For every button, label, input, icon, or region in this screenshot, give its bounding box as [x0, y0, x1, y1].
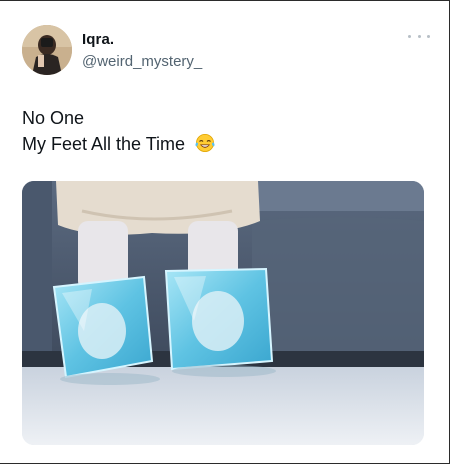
more-options-icon[interactable]: [408, 31, 430, 41]
tweet-card[interactable]: Iqra. @weird_mystery_ No One My Feet All…: [0, 0, 450, 464]
meme-photo: [22, 181, 424, 445]
tweet-text-line-1: No One: [22, 108, 85, 128]
face-with-tears-of-joy-icon: [194, 133, 216, 160]
avatar[interactable]: [22, 25, 72, 75]
display-name[interactable]: Iqra.: [82, 31, 114, 48]
tweet-text-line-2-content: My Feet All the Time: [22, 134, 186, 154]
avatar-image: [22, 25, 72, 75]
tweet-media-image[interactable]: [22, 181, 424, 445]
tweet-text-line-2: My Feet All the Time: [22, 131, 216, 160]
tweet-text: No One My Feet All the Time: [22, 105, 216, 160]
user-handle[interactable]: @weird_mystery_: [82, 53, 202, 70]
